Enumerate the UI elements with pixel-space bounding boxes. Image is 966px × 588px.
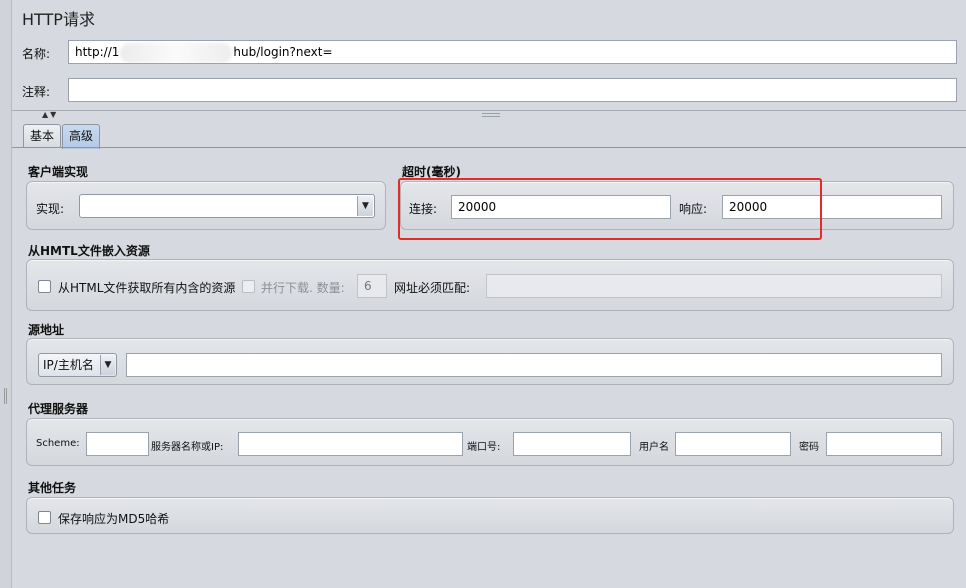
splitter-grip-icon[interactable] bbox=[482, 113, 500, 117]
chevron-down-icon[interactable]: ▼ bbox=[357, 196, 373, 216]
url-match-label: 网址必须匹配: bbox=[394, 281, 471, 295]
scheme-input[interactable] bbox=[86, 432, 149, 456]
other-title: 其他任务 bbox=[28, 481, 77, 495]
server-label: 服务器名称或IP: bbox=[151, 442, 224, 453]
impl-select[interactable]: ▼ bbox=[79, 194, 375, 218]
redacted-blur bbox=[120, 42, 233, 63]
port-input[interactable] bbox=[513, 432, 631, 456]
left-splitter-grip-icon[interactable] bbox=[4, 388, 7, 404]
retrieve-all-label: 从HTML文件获取所有内含的资源 bbox=[58, 281, 236, 295]
url-match-input[interactable] bbox=[486, 274, 942, 298]
source-type-select[interactable]: IP/主机名 ▼ bbox=[38, 353, 117, 377]
parallel-download-label: 并行下载. 数量: bbox=[261, 281, 345, 295]
left-splitter-bar[interactable] bbox=[0, 0, 12, 588]
source-address-input[interactable] bbox=[126, 353, 942, 377]
md5-label: 保存响应为MD5哈希 bbox=[58, 512, 170, 526]
comment-input[interactable] bbox=[68, 78, 957, 102]
name-value-suffix: hub/login?next= bbox=[233, 45, 333, 59]
server-input[interactable] bbox=[238, 432, 463, 456]
splitter-arrows-icon[interactable]: ▲▼ bbox=[42, 110, 58, 119]
impl-label: 实现: bbox=[36, 202, 65, 216]
user-label: 用户名 bbox=[639, 442, 669, 453]
tab-divider bbox=[12, 147, 966, 148]
md5-checkbox[interactable] bbox=[38, 511, 51, 524]
comment-label: 注释: bbox=[22, 85, 51, 99]
name-value-prefix: http://1 bbox=[75, 45, 120, 59]
chevron-down-icon[interactable]: ▼ bbox=[100, 355, 115, 375]
source-type-value: IP/主机名 bbox=[43, 358, 94, 372]
embedded-title: 从HMTL文件嵌入资源 bbox=[28, 244, 150, 258]
retrieve-all-checkbox[interactable] bbox=[38, 280, 51, 293]
tab-advanced[interactable]: 高级 bbox=[62, 124, 101, 149]
impl-select-value bbox=[80, 199, 86, 213]
horizontal-divider bbox=[12, 110, 966, 111]
password-label: 密码 bbox=[799, 442, 819, 453]
name-input[interactable]: http://1 hub/login?next= bbox=[68, 40, 957, 64]
user-input[interactable] bbox=[675, 432, 791, 456]
proxy-title: 代理服务器 bbox=[28, 402, 89, 416]
parallel-download-checkbox[interactable] bbox=[242, 280, 255, 293]
scheme-label: Scheme: bbox=[36, 438, 80, 449]
panel-title: HTTP请求 bbox=[22, 10, 95, 29]
password-input[interactable] bbox=[826, 432, 942, 456]
tab-basic[interactable]: 基本 bbox=[23, 124, 62, 148]
port-label: 端口号: bbox=[467, 442, 501, 453]
name-label: 名称: bbox=[22, 47, 51, 61]
source-title: 源地址 bbox=[28, 323, 65, 337]
client-impl-title: 客户端实现 bbox=[28, 165, 89, 179]
parallel-count-input[interactable]: 6 bbox=[357, 274, 387, 298]
highlight-box bbox=[398, 178, 822, 240]
